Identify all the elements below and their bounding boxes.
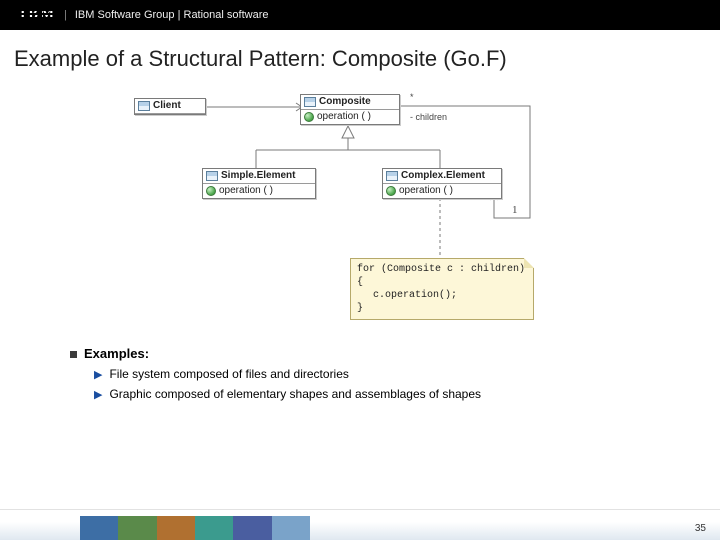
class-simple-name: Simple.Element <box>221 170 295 181</box>
multiplicity-star: * <box>410 92 414 102</box>
operation-icon <box>206 186 216 196</box>
bullet-example-1: ▶ File system composed of files and dire… <box>94 367 720 381</box>
class-icon <box>206 171 218 181</box>
class-complex-name: Complex.Element <box>401 170 485 181</box>
class-icon <box>386 171 398 181</box>
example-2-text: Graphic composed of elementary shapes an… <box>109 387 481 401</box>
operation-icon <box>386 186 396 196</box>
class-complex-op: operation ( ) <box>399 185 453 196</box>
note-line-2: c.operation(); <box>357 289 527 302</box>
example-1-text: File system composed of files and direct… <box>109 367 348 381</box>
class-simple-element: Simple.Element operation ( ) <box>202 168 316 199</box>
footer-bar: 35 <box>0 509 720 540</box>
header-bar: IBM | IBM Software Group | Rational soft… <box>0 0 720 30</box>
header-separator: | <box>64 9 67 21</box>
operation-icon <box>304 112 314 122</box>
arrow-bullet-icon: ▶ <box>94 388 102 401</box>
bullet-example-2: ▶ Graphic composed of elementary shapes … <box>94 387 720 401</box>
note-line-3: } <box>357 302 527 315</box>
class-client: Client <box>134 98 206 115</box>
page-number: 35 <box>695 523 706 534</box>
uml-diagram: Client Composite operation ( ) Simple.El… <box>90 78 630 338</box>
code-note: for (Composite c : children) { c.operati… <box>350 258 534 320</box>
note-fold-icon <box>524 258 534 268</box>
bullet-examples: Examples: <box>70 346 720 361</box>
arrow-bullet-icon: ▶ <box>94 368 102 381</box>
class-simple-op: operation ( ) <box>219 185 273 196</box>
multiplicity-one: 1 <box>512 204 518 216</box>
class-composite: Composite operation ( ) <box>300 94 400 125</box>
examples-heading: Examples: <box>84 346 149 361</box>
header-text: IBM Software Group | Rational software <box>75 9 269 21</box>
footer-color-band <box>80 516 310 540</box>
class-client-name: Client <box>153 100 181 111</box>
class-composite-op: operation ( ) <box>317 111 371 122</box>
class-icon <box>304 97 316 107</box>
class-icon <box>138 101 150 111</box>
class-composite-name: Composite <box>319 96 371 107</box>
content-area: Examples: ▶ File system composed of file… <box>70 346 720 401</box>
ibm-logo: IBM <box>20 7 56 23</box>
slide-title: Example of a Structural Pattern: Composi… <box>14 46 710 72</box>
square-bullet-icon <box>70 351 77 358</box>
note-line-1: for (Composite c : children) { <box>357 263 527 289</box>
class-complex-element: Complex.Element operation ( ) <box>382 168 502 199</box>
role-children: - children <box>410 112 447 122</box>
